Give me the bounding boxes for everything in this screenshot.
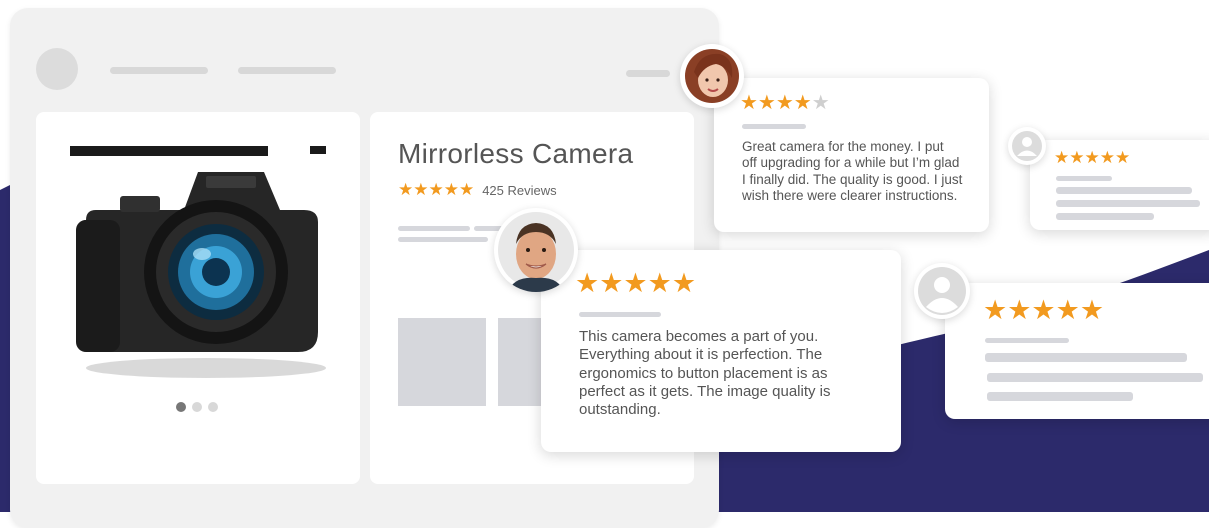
text-placeholder-line bbox=[1056, 213, 1154, 220]
reviewer-avatar bbox=[680, 44, 744, 108]
text-placeholder-line bbox=[398, 237, 488, 242]
review-text: This camera becomes a part of you. Every… bbox=[579, 328, 831, 419]
man-photo-icon bbox=[498, 212, 574, 292]
text-placeholder-line bbox=[987, 373, 1203, 382]
review-rating: ★★★★★ bbox=[575, 268, 696, 299]
rating-stars: ★★★★ bbox=[740, 92, 812, 114]
text-placeholder-line bbox=[1056, 187, 1192, 194]
carousel-dot[interactable] bbox=[208, 402, 218, 412]
avatar-placeholder bbox=[36, 48, 78, 90]
user-icon bbox=[1012, 131, 1042, 161]
text-placeholder-line bbox=[987, 392, 1133, 401]
carousel-dot[interactable] bbox=[192, 402, 202, 412]
woman-photo-icon bbox=[685, 49, 739, 103]
nav-placeholder-line bbox=[110, 67, 208, 74]
user-icon bbox=[918, 267, 966, 315]
review-text: Great camera for the money. I put off up… bbox=[742, 139, 963, 204]
review-card: ★★★★★ Great camera for the money. I put … bbox=[714, 78, 989, 232]
product-image-card bbox=[36, 112, 360, 484]
nav-placeholder-line bbox=[626, 70, 670, 77]
review-card: ★★★★★ This camera becomes a part of you.… bbox=[541, 250, 901, 452]
empty-star-icon: ★ bbox=[811, 92, 830, 114]
nav-placeholder-line bbox=[238, 67, 336, 74]
carousel-dots[interactable] bbox=[176, 402, 218, 412]
carousel-dot[interactable] bbox=[176, 402, 186, 412]
product-title: Mirrorless Camera bbox=[398, 138, 634, 169]
variant-option[interactable] bbox=[398, 318, 486, 406]
rating-stars: ★★★★★ bbox=[1054, 148, 1131, 167]
text-placeholder-line bbox=[985, 338, 1069, 343]
review-card: ★★★★★ bbox=[1030, 140, 1209, 230]
text-placeholder-line bbox=[985, 353, 1187, 362]
rating-stars: ★★★★★ bbox=[575, 268, 697, 298]
text-placeholder-line bbox=[742, 124, 806, 129]
reviewer-avatar bbox=[1008, 127, 1046, 165]
review-card: ★★★★★ bbox=[945, 283, 1209, 419]
rating-stars: ★★★★★ bbox=[983, 295, 1105, 325]
rating-stars: ★★★★★ bbox=[398, 180, 475, 199]
text-placeholder-line bbox=[1056, 176, 1112, 181]
camera-icon bbox=[70, 146, 326, 378]
reviewer-avatar bbox=[494, 208, 578, 292]
text-placeholder-line bbox=[1056, 200, 1200, 207]
text-placeholder-line bbox=[398, 226, 470, 231]
reviewer-avatar bbox=[914, 263, 970, 319]
review-rating: ★★★★★ bbox=[983, 295, 1104, 326]
reviews-count-link[interactable]: 425 Reviews bbox=[482, 183, 556, 198]
text-placeholder-line bbox=[579, 312, 661, 317]
product-rating: ★★★★★ 425 Reviews bbox=[398, 180, 557, 200]
review-rating: ★★★★★ bbox=[1054, 148, 1130, 168]
review-rating: ★★★★★ bbox=[740, 90, 830, 115]
